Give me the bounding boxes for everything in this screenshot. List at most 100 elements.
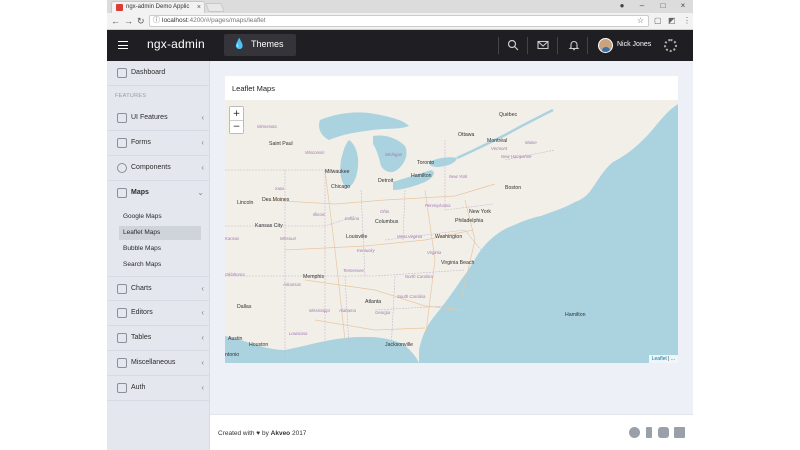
map-label: Toronto bbox=[417, 160, 434, 166]
browser-tab[interactable]: ngx-admin Demo Applic × bbox=[111, 1, 205, 13]
map-label: Boston bbox=[505, 185, 521, 191]
close-icon[interactable]: × bbox=[676, 0, 690, 12]
back-icon[interactable]: ← bbox=[111, 15, 120, 27]
sidebar-item-components[interactable]: Components ‹ bbox=[107, 156, 210, 181]
chevron-left-icon: ‹ bbox=[201, 138, 204, 147]
extension-icon[interactable]: ▢ bbox=[654, 16, 662, 25]
search-icon[interactable] bbox=[507, 39, 519, 51]
sidebar-item-editors[interactable]: Editors ‹ bbox=[107, 301, 210, 326]
map-label: Illinois bbox=[313, 212, 326, 217]
map-label: Lincoln bbox=[237, 200, 254, 206]
mail-icon[interactable] bbox=[537, 39, 549, 51]
linkedin-icon[interactable] bbox=[674, 427, 685, 438]
url-host: localhost bbox=[162, 17, 188, 24]
map-label: Alabama bbox=[338, 308, 357, 313]
footer-prefix: Created with ♥ by bbox=[218, 430, 271, 437]
menu-icon[interactable]: ⋮ bbox=[683, 16, 691, 25]
sidebar-item-charts[interactable]: Charts ‹ bbox=[107, 276, 210, 301]
app-logo[interactable]: ngx-admin bbox=[147, 37, 205, 51]
chevron-left-icon: ‹ bbox=[201, 358, 204, 367]
twitter-icon[interactable] bbox=[658, 427, 669, 438]
zoom-out-button[interactable]: − bbox=[230, 120, 243, 133]
lock-icon bbox=[117, 383, 127, 393]
map-label: New York bbox=[449, 174, 468, 179]
sidebar-item-label: Miscellaneous bbox=[131, 359, 176, 366]
angular-favicon-icon bbox=[116, 4, 123, 11]
facebook-icon[interactable] bbox=[646, 427, 652, 438]
map-label: Ohio bbox=[380, 209, 390, 214]
user-name[interactable]: Nick Jones bbox=[617, 41, 651, 48]
footer-year: 2017 bbox=[290, 430, 307, 437]
chart-icon bbox=[117, 284, 127, 294]
map-label: Detroit bbox=[378, 178, 394, 184]
map-attribution: Leaflet | ... bbox=[648, 355, 678, 363]
map-label: Montréal bbox=[487, 138, 507, 144]
gear-icon bbox=[117, 163, 127, 173]
leaflet-map[interactable]: Québec Ottawa Montréal Saint Paul Toront… bbox=[225, 100, 678, 363]
sidebar-subitem-bubble-maps[interactable]: Bubble Maps bbox=[119, 242, 201, 256]
map-label: Atlanta bbox=[365, 299, 381, 305]
sidebar-item-label: Components bbox=[131, 164, 171, 171]
sidebar-item-label: Tables bbox=[131, 334, 152, 341]
tab-close-icon[interactable]: × bbox=[197, 2, 201, 13]
editor-icon bbox=[117, 308, 127, 318]
keypad-icon bbox=[117, 113, 127, 123]
chevron-left-icon: ‹ bbox=[201, 113, 204, 122]
chevron-left-icon: ‹ bbox=[201, 284, 204, 293]
sidebar-item-auth[interactable]: Auth ‹ bbox=[107, 376, 210, 401]
star-icon[interactable]: ☆ bbox=[637, 16, 644, 26]
info-icon[interactable]: ⓘ bbox=[153, 16, 160, 26]
sidebar-subitem-leaflet-maps[interactable]: Leaflet Maps bbox=[119, 226, 201, 240]
avatar[interactable] bbox=[598, 38, 613, 53]
minimize-icon[interactable]: – bbox=[635, 0, 649, 12]
menu-icon[interactable] bbox=[118, 41, 128, 49]
sidebar-item-maps[interactable]: Maps ⌄ bbox=[107, 181, 210, 206]
map-label: Columbus bbox=[375, 219, 399, 225]
map-label: Michigan bbox=[385, 152, 403, 157]
tab-strip: ngx-admin Demo Applic × ● – □ × bbox=[107, 0, 693, 13]
map-label: Houston bbox=[249, 342, 268, 348]
map-label: Missouri bbox=[280, 236, 297, 241]
url-input[interactable]: ⓘ localhost:4200/#/pages/maps/leaflet ☆ bbox=[149, 15, 649, 27]
extension-icon[interactable]: ◩ bbox=[668, 16, 676, 25]
new-tab-button[interactable] bbox=[205, 3, 225, 12]
map-label: Oklahoma bbox=[225, 272, 245, 277]
bell-icon[interactable] bbox=[568, 39, 580, 51]
map-label: Jacksonville bbox=[385, 342, 413, 348]
profile-icon[interactable]: ● bbox=[615, 0, 629, 12]
map-label: Washington bbox=[435, 234, 462, 240]
reload-icon[interactable]: ↻ bbox=[137, 15, 145, 27]
sidebar-item-miscellaneous[interactable]: Miscellaneous ‹ bbox=[107, 351, 210, 376]
sidebar-item-tables[interactable]: Tables ‹ bbox=[107, 326, 210, 351]
gear-icon[interactable] bbox=[664, 39, 677, 52]
address-bar: ← → ↻ ⓘ localhost:4200/#/pages/maps/leaf… bbox=[107, 13, 693, 30]
location-icon bbox=[117, 188, 127, 198]
chevron-left-icon: ‹ bbox=[201, 383, 204, 392]
github-icon[interactable] bbox=[629, 427, 640, 438]
browser-window: ngx-admin Demo Applic × ● – □ × ← → ↻ ⓘ … bbox=[107, 0, 693, 450]
sidebar-subitem-search-maps[interactable]: Search Maps bbox=[119, 258, 201, 272]
home-icon bbox=[117, 68, 127, 78]
map-label: Mississippi bbox=[309, 308, 331, 313]
map-label: Saint Paul bbox=[269, 141, 293, 147]
footer-credit: Created with ♥ by Akveo 2017 bbox=[218, 430, 306, 437]
sidebar-item-dashboard[interactable]: Dashboard bbox=[107, 61, 210, 86]
map-label: Tennessee bbox=[343, 268, 364, 273]
leaflet-link[interactable]: Leaflet bbox=[652, 356, 667, 362]
themes-button[interactable]: 💧 Themes bbox=[224, 34, 296, 56]
map-tiles[interactable]: Québec Ottawa Montréal Saint Paul Toront… bbox=[225, 100, 678, 363]
sidebar-item-forms[interactable]: Forms ‹ bbox=[107, 131, 210, 156]
map-label: Des Moines bbox=[262, 197, 290, 203]
map-label: Kentucky bbox=[357, 248, 376, 253]
sidebar-item-label: UI Features bbox=[131, 114, 168, 121]
chevron-left-icon: ‹ bbox=[201, 308, 204, 317]
maximize-icon[interactable]: □ bbox=[656, 0, 670, 12]
map-label: Virginia Beach bbox=[441, 260, 474, 266]
sidebar-item-ui-features[interactable]: UI Features ‹ bbox=[107, 106, 210, 131]
footer-brand-link[interactable]: Akveo bbox=[271, 430, 291, 437]
map-label: Louisiana bbox=[289, 331, 308, 336]
zoom-in-button[interactable]: + bbox=[230, 107, 243, 120]
forward-icon[interactable]: → bbox=[124, 15, 133, 27]
shuffle-icon bbox=[117, 358, 127, 368]
sidebar-subitem-google-maps[interactable]: Google Maps bbox=[119, 210, 201, 224]
